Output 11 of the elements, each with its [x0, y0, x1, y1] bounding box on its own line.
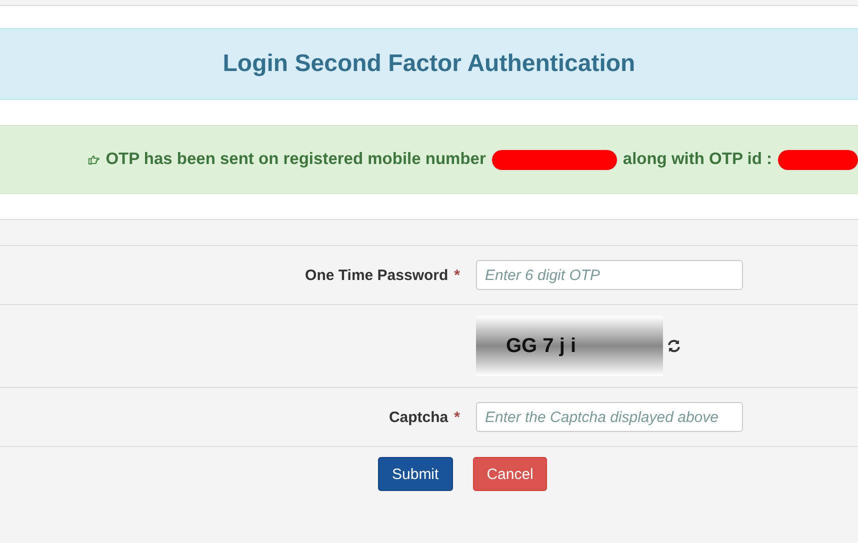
input-field[interactable]: Enter the Captcha displayed above [476, 402, 743, 432]
alert-suffix: along with OTP id : [622, 150, 772, 169]
captcha-image: GG 7 j i [476, 316, 663, 376]
form-button[interactable]: Cancel [472, 457, 548, 491]
input-field[interactable]: Enter 6 digit OTP [476, 260, 743, 290]
field-label: Captcha * [388, 408, 460, 426]
alert-message: OTP has been sent on registered mobile number [106, 150, 486, 169]
field-label: One Time Password * [305, 266, 460, 284]
page-title: Login Second Factor Authentication [222, 50, 636, 78]
refresh-icon[interactable] [667, 339, 681, 353]
form-button[interactable]: Submit [378, 457, 453, 491]
